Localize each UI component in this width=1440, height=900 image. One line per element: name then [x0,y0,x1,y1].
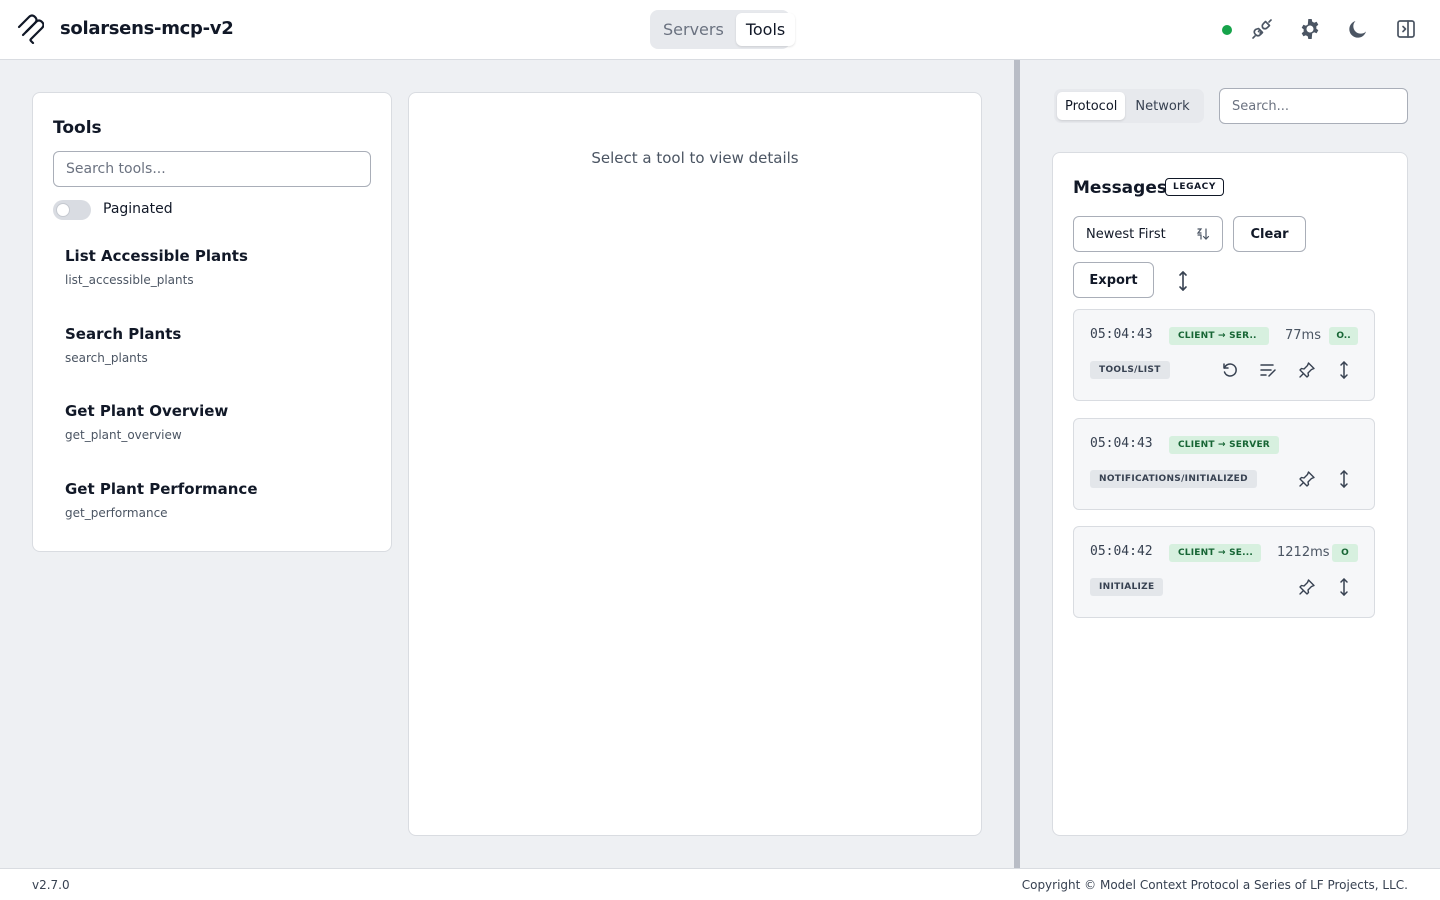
tab-servers[interactable]: Servers [653,13,734,46]
paginated-toggle[interactable] [53,200,91,220]
mcp-logo-icon[interactable] [16,14,44,44]
empty-state-text: Select a tool to view details [591,149,799,167]
tools-search-input[interactable] [53,151,371,187]
sort-order-select[interactable]: Newest First [1073,216,1223,252]
message-item[interactable]: 05:04:43 CLIENT → SERVER NOTIFICATIONS/I… [1073,418,1375,510]
expand-all-icon[interactable] [1171,269,1195,293]
gear-icon[interactable] [1298,17,1322,41]
sort-arrows-icon [1196,228,1210,240]
connection-plug-icon[interactable] [1250,17,1274,41]
tool-item[interactable]: Get Plant Performance get_performance [53,480,373,540]
method-badge: INITIALIZE [1090,578,1164,596]
tools-title: Tools [53,118,102,138]
panel-resize-handle[interactable] [1014,60,1020,868]
tool-name: Get Plant Overview [65,402,229,420]
tool-item[interactable]: Search Plants search_plants [53,325,373,385]
connection-status-dot [1222,25,1232,35]
direction-badge: CLIENT → SER.. [1169,327,1269,345]
edit-list-icon[interactable] [1258,360,1278,380]
tab-protocol[interactable]: Protocol [1057,92,1126,120]
moon-icon[interactable] [1346,17,1370,41]
tool-detail-panel: Select a tool to view details [408,92,982,836]
expand-icon[interactable] [1334,360,1354,380]
pin-icon[interactable] [1297,360,1317,380]
tool-id: list_accessible_plants [65,273,194,287]
tool-item[interactable]: List Accessible Plants list_accessible_p… [53,247,373,307]
tab-tools[interactable]: Tools [735,13,796,46]
messages-title: Messages [1073,178,1167,198]
app-header: solarsens-mcp-v2 Servers Tools [0,0,1440,60]
clear-button[interactable]: Clear [1233,216,1306,252]
inspector-tabs: Protocol Network [1054,89,1204,123]
tool-name: List Accessible Plants [65,247,248,265]
app-footer: v2.7.0 Copyright © Model Context Protoco… [0,868,1440,900]
tool-id: search_plants [65,351,148,365]
export-button[interactable]: Export [1073,262,1154,298]
sidebar-toggle-icon[interactable] [1394,17,1418,41]
tool-name: Get Plant Performance [65,480,258,498]
tool-name: Search Plants [65,325,182,343]
legacy-badge: LEGACY [1165,178,1224,196]
message-item[interactable]: 05:04:43 CLIENT → SER.. 77ms O.. TOOLS/L… [1073,309,1375,401]
messages-search-input[interactable] [1219,88,1408,124]
direction-badge: CLIENT → SERVER [1169,436,1279,454]
messages-panel: Messages LEGACY Newest First Clear Expor… [1052,152,1408,836]
status-badge: O.. [1329,327,1358,345]
method-badge: NOTIFICATIONS/INITIALIZED [1090,470,1257,488]
toggle-knob [56,203,70,217]
app-title: solarsens-mcp-v2 [60,18,234,39]
direction-badge: CLIENT → SE... [1169,544,1261,562]
method-badge: TOOLS/LIST [1090,361,1170,379]
version-label: v2.7.0 [32,878,70,892]
message-time: 05:04:42 [1090,544,1153,559]
message-time: 05:04:43 [1090,436,1153,451]
copyright-text: Copyright © Model Context Protocol a Ser… [1021,878,1408,892]
pin-icon[interactable] [1297,577,1317,597]
sort-order-value: Newest First [1086,226,1166,242]
message-item[interactable]: 05:04:42 CLIENT → SE... 1212ms O INITIAL… [1073,526,1375,618]
paginated-label: Paginated [103,201,173,217]
replay-icon[interactable] [1220,360,1240,380]
tool-id: get_performance [65,506,168,520]
pin-icon[interactable] [1297,469,1317,489]
status-badge: O [1332,544,1358,562]
main-nav-tabs: Servers Tools [650,10,796,49]
tools-panel: Tools Paginated List Accessible Plants l… [32,92,392,552]
message-time: 05:04:43 [1090,327,1153,342]
tab-network[interactable]: Network [1127,92,1197,120]
tool-id: get_plant_overview [65,428,182,442]
tool-item[interactable]: Get Plant Overview get_plant_overview [53,402,373,462]
expand-icon[interactable] [1334,577,1354,597]
message-duration: 77ms [1285,328,1321,343]
expand-icon[interactable] [1334,469,1354,489]
message-duration: 1212ms [1277,545,1330,560]
